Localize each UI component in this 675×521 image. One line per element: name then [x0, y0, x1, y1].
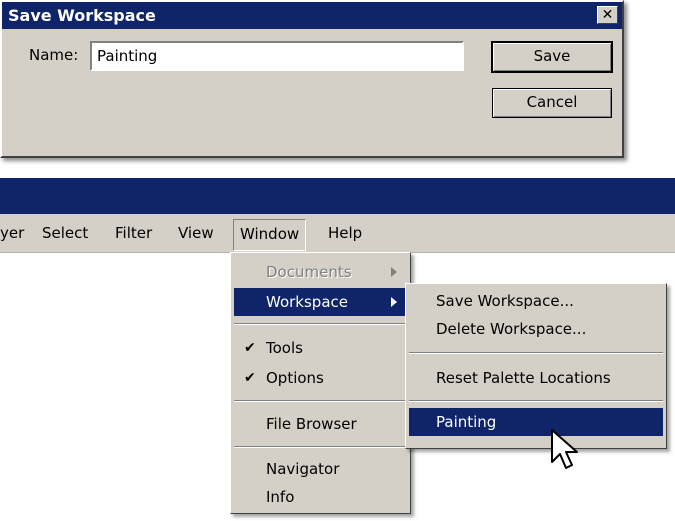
- menu-separator: [234, 446, 407, 448]
- menu-help[interactable]: Help: [328, 224, 362, 242]
- menu-filter[interactable]: Filter: [115, 224, 152, 242]
- save-button[interactable]: Save: [491, 41, 613, 73]
- name-label: Name:: [29, 46, 79, 64]
- menu-item-tools[interactable]: ✔ Tools: [234, 334, 405, 362]
- submenu-item-save-workspace[interactable]: Save Workspace...: [409, 287, 663, 315]
- menu-window[interactable]: Window: [233, 219, 307, 251]
- cancel-button[interactable]: Cancel: [492, 88, 612, 118]
- menu-layer[interactable]: yer: [0, 224, 24, 242]
- menu-item-info[interactable]: Info: [234, 483, 405, 511]
- submenu-separator: [409, 400, 663, 402]
- submenu-item-reset-palette-locations[interactable]: Reset Palette Locations: [409, 364, 663, 392]
- menu-item-label: Navigator: [266, 460, 340, 478]
- submenu-arrow-icon: [391, 297, 397, 307]
- close-icon: ✕: [601, 7, 614, 23]
- mouse-pointer-icon: [551, 429, 578, 469]
- menu-item-label: Options: [266, 369, 324, 387]
- menu-item-documents[interactable]: Documents: [234, 258, 405, 286]
- menu-item-workspace[interactable]: Workspace: [234, 288, 405, 316]
- menu-item-file-browser[interactable]: File Browser: [234, 410, 405, 438]
- window-menu-dropdown: Documents Workspace ✔ Tools ✔ Options Fi…: [230, 252, 411, 514]
- menu-item-label: Workspace: [266, 293, 348, 311]
- menu-item-label: Tools: [266, 339, 303, 357]
- menu-separator: [234, 323, 407, 325]
- menu-bar: yer Select Filter View Window Help: [0, 214, 675, 253]
- submenu-item-delete-workspace[interactable]: Delete Workspace...: [409, 315, 663, 343]
- app-title-bar: [0, 178, 675, 214]
- dialog-title: Save Workspace: [8, 6, 156, 25]
- menu-item-label: File Browser: [266, 415, 357, 433]
- workspace-submenu: Save Workspace... Delete Workspace... Re…: [405, 283, 667, 449]
- submenu-item-painting[interactable]: Painting: [409, 408, 663, 436]
- dialog-title-bar[interactable]: Save Workspace ✕: [2, 2, 622, 29]
- menu-item-label: Info: [266, 488, 295, 506]
- check-icon: ✔: [244, 340, 256, 356]
- menu-item-navigator[interactable]: Navigator: [234, 455, 405, 483]
- check-icon: ✔: [244, 370, 256, 386]
- menu-item-label: Documents: [266, 263, 352, 281]
- close-button[interactable]: ✕: [597, 6, 618, 24]
- menu-view[interactable]: View: [178, 224, 214, 242]
- menu-separator: [234, 400, 407, 402]
- menu-item-options[interactable]: ✔ Options: [234, 364, 405, 392]
- menu-select[interactable]: Select: [42, 224, 88, 242]
- save-workspace-dialog: Save Workspace ✕ Name: Save Cancel: [0, 0, 624, 158]
- submenu-separator: [409, 352, 663, 354]
- submenu-arrow-icon: [391, 267, 397, 277]
- name-input[interactable]: [90, 41, 464, 71]
